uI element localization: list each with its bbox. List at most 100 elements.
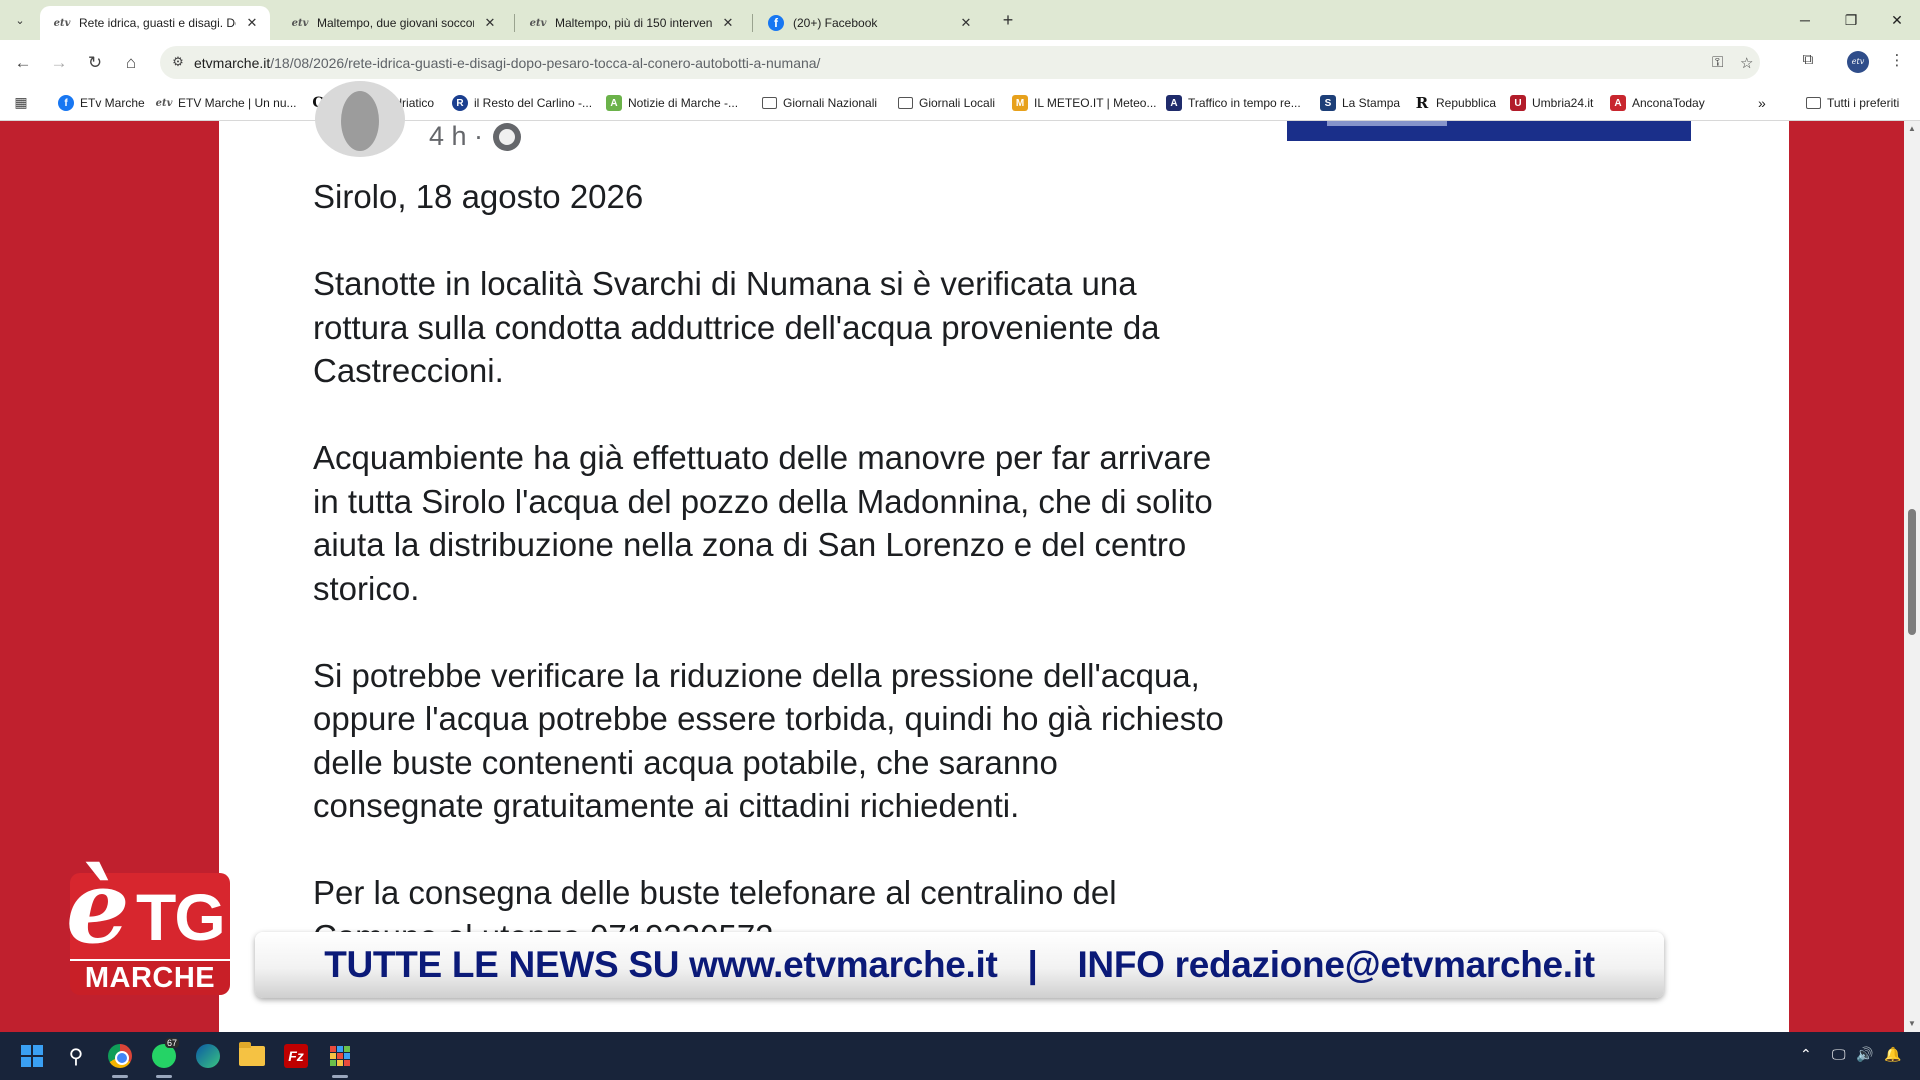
notification-icon[interactable]: 🔔 — [1884, 1046, 1901, 1063]
tab-strip: ⌄ etv Rete idrica, guasti e disagi. Dop … — [0, 0, 1920, 40]
minimize-button[interactable]: ─ — [1782, 0, 1828, 40]
bookmarks-overflow-button[interactable]: » — [1758, 93, 1766, 113]
star-icon[interactable]: ☆ — [1740, 54, 1753, 72]
folder-icon — [1806, 97, 1821, 109]
bookmark-label: Repubblica — [1436, 96, 1497, 110]
start-button[interactable] — [16, 1040, 48, 1072]
network-icon[interactable]: 🖵 — [1832, 1046, 1846, 1063]
close-icon[interactable]: ✕ — [720, 15, 736, 31]
post-time-text: 4 h · — [429, 121, 484, 151]
home-icon: ⌂ — [125, 53, 137, 72]
bookmark-repubblica[interactable]: R Repubblica — [1414, 93, 1496, 113]
bookmark-notizie-di-marche[interactable]: A Notizie di Marche -... — [606, 93, 738, 113]
tab-2[interactable]: etv Maltempo, due giovani soccors ✕ — [278, 6, 508, 40]
reload-icon: ↻ — [87, 53, 103, 72]
bookmark-label: AnconaToday — [1632, 96, 1705, 110]
active-indicator — [156, 1075, 172, 1078]
menu-button[interactable]: ⋮ — [1885, 51, 1909, 75]
search-icon: ⚲ — [68, 1045, 84, 1068]
post-timestamp[interactable]: 4 h · — [429, 121, 522, 152]
chevron-down-icon: ⌄ — [15, 14, 25, 27]
bookmark-traffico[interactable]: A Traffico in tempo re... — [1166, 93, 1301, 113]
close-icon[interactable]: ✕ — [958, 15, 974, 31]
restore-button[interactable]: ❐ — [1828, 0, 1874, 40]
all-bookmarks-folder[interactable]: Tutti i preferiti — [1806, 93, 1899, 113]
post-paragraph: Stanotte in località Svarchi di Numana s… — [313, 265, 1160, 389]
notification-badge: 67 — [165, 1038, 180, 1048]
taskbar-file-explorer[interactable] — [236, 1040, 268, 1072]
tab-3[interactable]: etv Maltempo, più di 150 interventi ✕ — [516, 6, 746, 40]
taskbar-whatsapp[interactable]: 67 — [148, 1038, 180, 1072]
tab-title: Maltempo, più di 150 interventi — [555, 16, 712, 30]
taskbar-chrome[interactable] — [104, 1040, 136, 1072]
facebook-icon: f — [58, 95, 74, 111]
etv-icon: etv — [155, 97, 173, 109]
bookmark-resto-del-carlino[interactable]: Ril Resto del Carlino -... — [452, 93, 592, 113]
bookmark-label: ETV Marche | Un nu... — [178, 96, 297, 110]
puzzle-icon: ⧉ — [1802, 51, 1814, 68]
umbria24-icon: U — [1510, 95, 1526, 111]
taskbar-filezilla[interactable]: Fz — [280, 1040, 312, 1072]
etg-marche-logo: è TG MARCHE — [64, 853, 234, 998]
extensions-button[interactable]: ⧉ — [1796, 51, 1820, 75]
bookmark-umbria24[interactable]: U Umbria24.it — [1510, 93, 1593, 113]
lastampa-icon: S — [1320, 95, 1336, 111]
ansa-icon: A — [606, 95, 622, 111]
scroll-thumb[interactable] — [1908, 509, 1916, 635]
scroll-down-icon[interactable]: ▼ — [1904, 1016, 1920, 1032]
bookmark-la-stampa[interactable]: S La Stampa — [1320, 93, 1400, 113]
ad-banner[interactable] — [1287, 121, 1691, 141]
chevron-up-icon[interactable]: ⌃ — [1800, 1046, 1812, 1063]
search-button[interactable]: ⚲ — [60, 1040, 92, 1072]
tab-4[interactable]: f (20+) Facebook ✕ — [754, 6, 984, 40]
new-tab-button[interactable]: + — [996, 8, 1020, 32]
bookmarks-bar: ▦ fETv Marche etvETV Marche | Un nu... C… — [0, 85, 1920, 121]
etv-icon: etv — [529, 17, 547, 29]
volume-icon[interactable]: 🔊 — [1856, 1046, 1873, 1063]
forward-button[interactable]: → — [45, 49, 73, 77]
logo-e: è — [66, 848, 130, 966]
scrollbar[interactable]: ▲ ▼ — [1904, 121, 1920, 1032]
bookmark-folder-giornali-locali[interactable]: Giornali Locali — [898, 93, 995, 113]
tab-search-button[interactable]: ⌄ — [8, 9, 32, 31]
active-indicator — [332, 1075, 348, 1078]
close-icon[interactable]: ✕ — [244, 15, 260, 31]
windows-icon — [21, 1045, 43, 1067]
taskbar-edge[interactable] — [192, 1040, 224, 1072]
scroll-up-icon[interactable]: ▲ — [1904, 121, 1920, 137]
apps-grid-icon[interactable]: ▦ — [12, 94, 30, 112]
taskbar-app-grid[interactable] — [324, 1040, 356, 1072]
meteo-icon: M — [1012, 95, 1028, 111]
profile-avatar[interactable]: etv — [1847, 51, 1869, 73]
folder-icon — [762, 97, 777, 109]
address-bar[interactable]: ⚙ etvmarche.it/18/08/2026/rete-idrica-gu… — [160, 46, 1760, 79]
bookmark-label: Notizie di Marche -... — [628, 96, 739, 110]
avatar[interactable] — [315, 81, 405, 157]
close-window-button[interactable]: ✕ — [1874, 0, 1920, 40]
url-text[interactable]: etvmarche.it/18/08/2026/rete-idrica-guas… — [194, 55, 820, 71]
site-info-icon[interactable]: ⚙ — [170, 54, 186, 70]
bookmark-folder-giornali-nazionali[interactable]: Giornali Nazionali — [762, 93, 877, 113]
bookmark-label: IL METEO.IT | Meteo... — [1034, 96, 1157, 110]
bookmark-ilmeteo[interactable]: M IL METEO.IT | Meteo... — [1012, 93, 1156, 113]
carlino-icon: R — [452, 95, 468, 111]
chrome-icon — [108, 1044, 132, 1068]
close-icon[interactable]: ✕ — [482, 15, 498, 31]
arrow-left-icon: ← — [14, 53, 32, 72]
reload-button[interactable]: ↻ — [81, 49, 109, 77]
post-paragraph: Si potrebbe verificare la riduzione dell… — [313, 656, 1224, 825]
bookmark-anconatoday[interactable]: A AnconaToday — [1610, 93, 1705, 113]
bookmark-etv-marche[interactable]: etv ETV Marche | Un nu... — [156, 93, 297, 113]
active-indicator — [112, 1075, 128, 1078]
home-button[interactable]: ⌂ — [117, 49, 145, 77]
bookmark-etv-marche-fb[interactable]: f ETv Marche — [58, 93, 145, 113]
anconatoday-icon: A — [1610, 95, 1626, 111]
password-key-icon[interactable]: ⚿ — [1712, 54, 1723, 71]
etv-icon: etv — [291, 17, 309, 29]
post-date: Sirolo, 18 agosto 2026 — [313, 178, 644, 215]
tab-1[interactable]: etv Rete idrica, guasti e disagi. Dop ✕ — [40, 6, 270, 40]
url-host: etvmarche.it — [194, 55, 271, 71]
back-button[interactable]: ← — [9, 49, 37, 77]
post-body: Sirolo, 18 agosto 2026 Stanotte in local… — [313, 175, 1233, 1002]
article-content: 4 h · Sirolo, 18 agosto 2026 Stanotte in… — [219, 81, 1789, 1032]
